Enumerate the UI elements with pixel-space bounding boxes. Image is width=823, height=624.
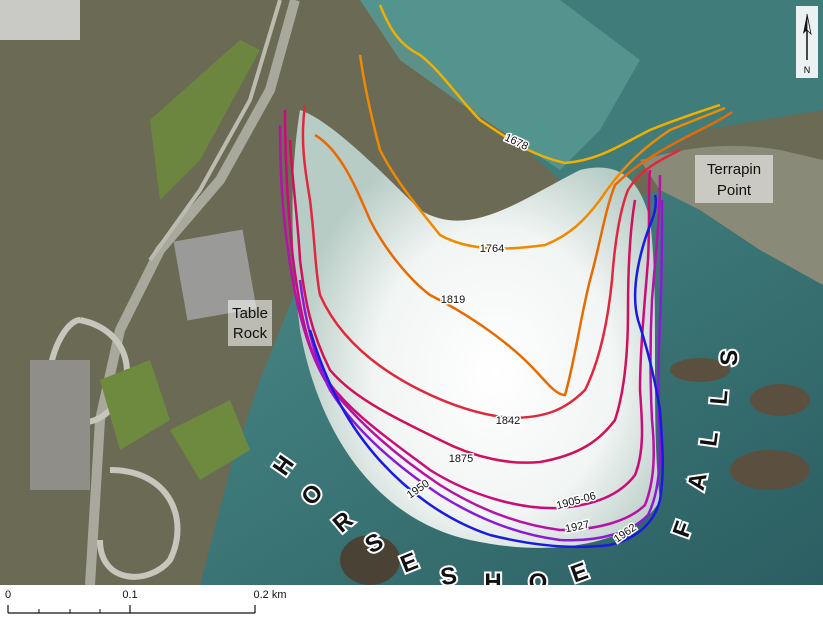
label-1842: 1842 [496, 415, 520, 427]
parking-lot [30, 360, 90, 490]
scale-tick-0-2: 0.2 km [253, 589, 286, 601]
table-rock-label-line2: Rock [233, 325, 268, 342]
building-top-left [0, 0, 80, 40]
scale-bar: 0 0.1 0.2 km [0, 585, 823, 619]
place-terrapin-point: Terrapin Point [695, 155, 773, 203]
north-arrow-icon: N [796, 6, 818, 78]
falls-letter-S3: S [716, 349, 744, 366]
north-label: N [804, 65, 811, 75]
falls-letter-L2: L [705, 389, 733, 406]
falls-letter-O2: O [529, 569, 548, 585]
label-1875: 1875 [449, 453, 473, 465]
scale-tick-0: 0 [5, 589, 11, 601]
terrapin-label-line2: Point [717, 182, 752, 199]
label-1764: 1764 [480, 243, 504, 255]
rock-2 [750, 384, 810, 416]
rock-3 [730, 450, 810, 490]
scale-tick-0-1: 0.1 [122, 589, 137, 601]
label-1819: 1819 [441, 294, 465, 306]
terrapin-label-line1: Terrapin [707, 161, 761, 178]
table-rock-label-line1: Table [232, 305, 268, 322]
place-table-rock: Table Rock [228, 300, 272, 346]
map-view[interactable]: 1678 1764 1819 1842 1875 1905-06 1927 19… [0, 0, 823, 598]
falls-letter-H2: H [484, 569, 501, 585]
